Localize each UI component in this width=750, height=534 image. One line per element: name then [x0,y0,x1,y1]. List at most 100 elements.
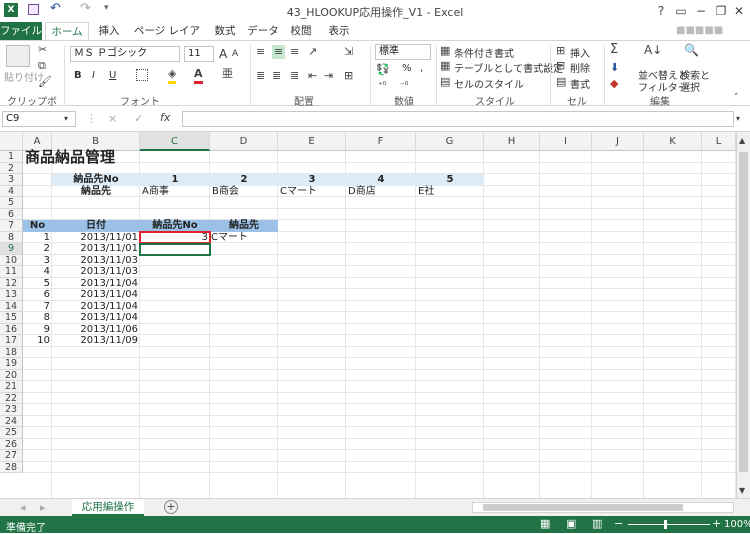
row-header-22[interactable]: 22 [0,392,23,404]
supplier-number-cell[interactable]: 1 [140,174,210,186]
row-header-7[interactable]: 7 [0,220,23,232]
record-no-cell[interactable]: 3 [23,255,50,267]
record-date-cell[interactable]: 2013/11/04 [52,312,138,324]
record-supplier-no-cell[interactable] [140,278,208,290]
column-header-f[interactable]: F [346,132,416,151]
phonetic-icon[interactable]: 亜 [222,67,233,81]
scroll-thumb[interactable] [739,152,748,472]
supplier-no-label[interactable]: 納品先No [52,174,140,186]
currency-icon[interactable]: 💱 [376,63,390,77]
row-header-10[interactable]: 10 [0,254,23,266]
record-date-cell[interactable]: 2013/11/04 [52,278,138,290]
row-header-2[interactable]: 2 [0,162,23,174]
row-header-26[interactable]: 26 [0,438,23,450]
supplier-name-label[interactable]: 納品先 [52,186,140,198]
zoom-slider[interactable] [628,524,710,525]
row-header-5[interactable]: 5 [0,197,23,209]
row-header-25[interactable]: 25 [0,427,23,439]
vertical-scrollbar[interactable]: ▲ ▼ [736,132,750,498]
row-header-13[interactable]: 13 [0,289,23,301]
row-header-6[interactable]: 6 [0,208,23,220]
tab-formulas[interactable]: 数式 [208,22,242,40]
align-bottom-icon[interactable]: ≡ [290,45,299,59]
column-header-l[interactable]: L [702,132,736,151]
record-date-cell[interactable]: 2013/11/01 [52,232,138,244]
collapse-ribbon-icon[interactable]: ˄ [734,91,739,105]
row-header-27[interactable]: 27 [0,450,23,462]
record-supplier-no-cell[interactable] [140,301,208,313]
record-no-cell[interactable]: 6 [23,289,50,301]
tab-view[interactable]: 表示 [322,22,356,40]
supplier-number-cell[interactable]: 2 [210,174,278,186]
align-right-icon[interactable]: ≣ [290,69,299,83]
font-name-select[interactable]: ＭＳ Ｐゴシック [70,46,180,62]
tab-home[interactable]: ホーム [45,22,89,40]
record-date-cell[interactable]: 2013/11/01 [52,243,138,255]
insert-cells-button[interactable]: 挿入 [570,45,590,60]
sort-filter-icon[interactable]: A↓ [644,43,662,57]
supplier-number-cell[interactable]: 5 [416,174,484,186]
record-no-cell[interactable]: 2 [23,243,50,255]
conditional-format-button[interactable]: 条件付き書式 [454,45,514,60]
percent-button[interactable]: % [402,63,412,74]
record-header-cell[interactable]: 納品先 [210,220,278,232]
record-supplier-cell[interactable] [211,312,277,324]
column-header-i[interactable]: I [540,132,592,151]
column-header-h[interactable]: H [484,132,540,151]
comma-button[interactable]: , [420,63,423,74]
align-middle-icon[interactable]: ≡ [272,45,286,59]
shrink-font-button[interactable]: A [232,49,238,59]
record-supplier-cell[interactable]: Cマート [211,232,277,244]
sheet-title[interactable]: 商品納品管理 [25,148,225,166]
row-header-17[interactable]: 17 [0,335,23,347]
column-header-j[interactable]: J [592,132,644,151]
format-cells-button[interactable]: 書式 [570,76,590,91]
row-header-16[interactable]: 16 [0,323,23,335]
delete-cells-button[interactable]: 削除 [570,60,590,75]
minimize-button[interactable]: − [690,2,712,20]
record-supplier-no-cell[interactable] [140,266,208,278]
ribbon-display-icon[interactable]: ▭ [670,2,692,20]
paste-icon[interactable] [6,45,30,67]
merge-center-icon[interactable]: ⊞ [344,69,353,83]
tab-page-layout[interactable]: ページ レイアウト [130,22,204,55]
number-format-select[interactable]: 標準 [375,44,431,60]
format-as-table-button[interactable]: テーブルとして書式設定 [454,60,563,75]
row-header-28[interactable]: 28 [0,461,23,473]
cell-styles-button[interactable]: セルのスタイル [454,76,524,91]
supplier-name-cell[interactable]: D商店 [348,186,418,198]
record-supplier-cell[interactable] [211,266,277,278]
record-supplier-cell[interactable] [211,301,277,313]
conditional-format-icon[interactable]: ▦ [440,44,450,58]
copy-icon[interactable]: ⧉ [38,59,46,73]
hscroll-thumb[interactable] [483,504,683,511]
enter-button[interactable]: ✓ [134,112,143,126]
horizontal-scrollbar[interactable] [472,502,734,513]
row-header-20[interactable]: 20 [0,369,23,381]
italic-button[interactable]: I [92,70,95,81]
sheet-tab-active[interactable]: 応用編操作 [72,499,144,516]
record-supplier-cell[interactable] [211,335,277,347]
row-header-12[interactable]: 12 [0,277,23,289]
record-supplier-no-cell[interactable] [140,289,208,301]
tab-insert[interactable]: 挿入 [92,22,126,40]
record-date-cell[interactable]: 2013/11/04 [52,289,138,301]
fill-icon[interactable]: ⬇ [610,61,619,75]
column-header-e[interactable]: E [278,132,346,151]
cell-styles-icon[interactable]: ▤ [440,75,450,89]
record-no-cell[interactable]: 5 [23,278,50,290]
underline-button[interactable]: U [109,70,116,81]
record-supplier-cell[interactable] [211,278,277,290]
format-cells-icon[interactable]: ▤ [556,75,566,89]
delete-cells-icon[interactable]: ⊟ [556,59,565,73]
scroll-up-icon[interactable]: ▲ [739,134,745,148]
zoom-in-button[interactable]: + [712,517,721,531]
row-header-9[interactable]: 9 [0,243,23,255]
zoom-slider-thumb[interactable] [664,520,667,529]
find-select-icon[interactable]: 🔍 [684,43,699,57]
record-date-cell[interactable]: 2013/11/03 [52,255,138,267]
row-header-3[interactable]: 3 [0,174,23,186]
find-select-button-line2[interactable]: 選択 [680,79,700,94]
row-header-19[interactable]: 19 [0,358,23,370]
record-supplier-no-cell[interactable] [140,324,208,336]
